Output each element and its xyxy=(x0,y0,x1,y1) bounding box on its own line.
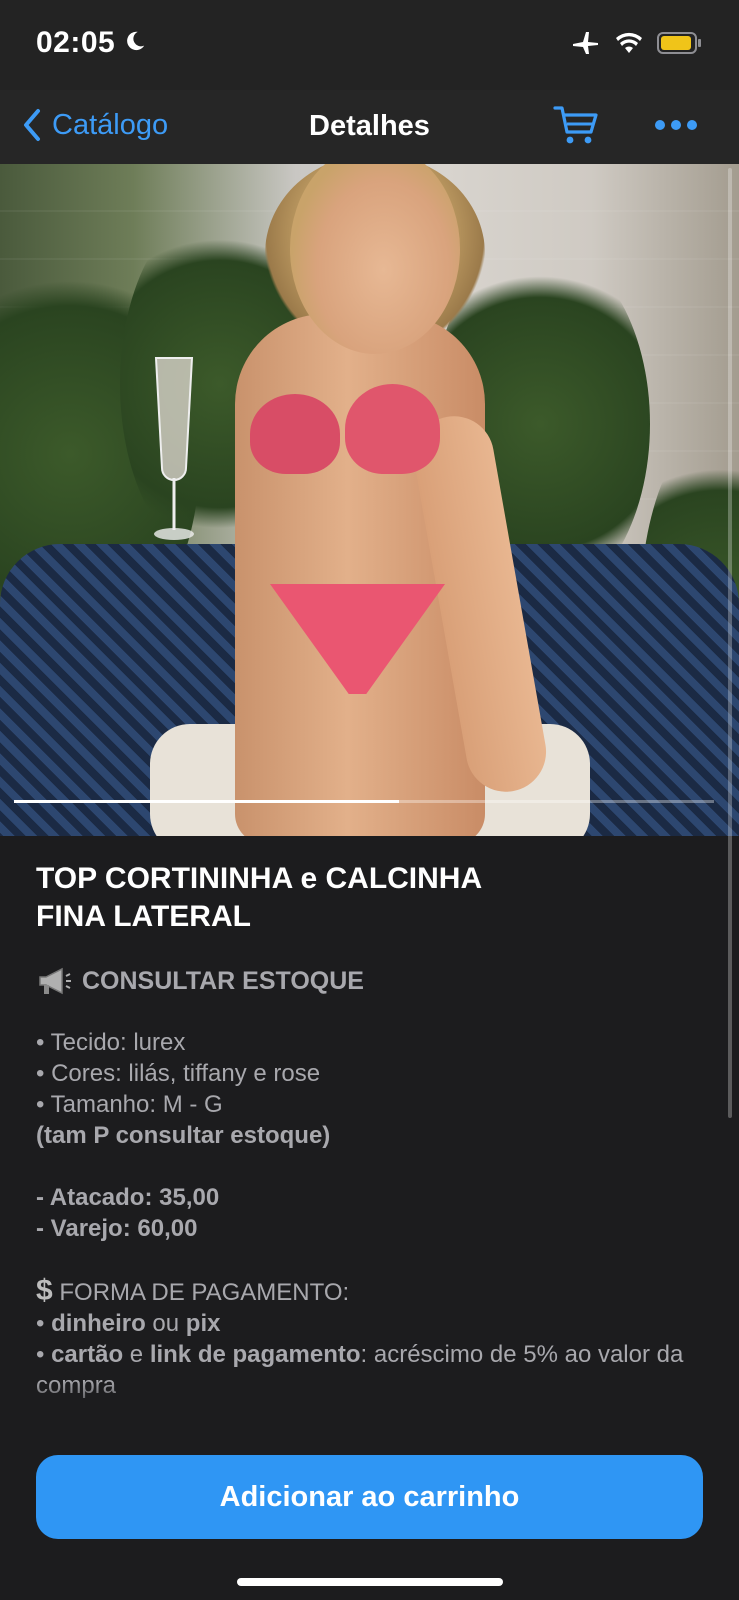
airplane-icon xyxy=(573,32,598,54)
stock-label: CONSULTAR ESTOQUE xyxy=(82,966,364,995)
content-fade xyxy=(0,1380,739,1420)
status-bar: 02:05 xyxy=(0,0,739,90)
product-image[interactable] xyxy=(0,164,739,836)
more-options-icon[interactable] xyxy=(652,110,700,140)
price-retail: - Varejo: 60,00 xyxy=(36,1215,198,1242)
payment-title-line: $ FORMA DE PAGAMENTO: xyxy=(36,1275,716,1308)
spec-size: • Tamanho: M - G xyxy=(36,1091,223,1118)
megaphone-icon xyxy=(39,967,71,995)
stock-line: CONSULTAR ESTOQUE xyxy=(36,966,716,996)
bikini-top-right xyxy=(345,384,440,474)
page-title: Detalhes xyxy=(309,110,430,142)
spec-list: • Tecido: lurex • Cores: lilás, tiffany … xyxy=(36,1027,716,1401)
gallery-progress xyxy=(14,800,714,803)
status-time: 02:05 xyxy=(36,26,116,59)
product-details: TOP CORTININHA e CALCINHA FINA LATERAL C… xyxy=(36,860,716,1420)
payment-title: FORMA DE PAGAMENTO: xyxy=(59,1279,350,1306)
dollar-icon: $ xyxy=(36,1274,53,1307)
home-indicator[interactable] xyxy=(237,1578,503,1586)
scrollbar[interactable] xyxy=(728,168,732,1118)
champagne-glass xyxy=(154,357,194,540)
bikini-top-left xyxy=(250,394,340,474)
spec-fabric: • Tecido: lurex xyxy=(36,1029,186,1056)
size-note: (tam P consultar estoque) xyxy=(36,1122,331,1149)
status-icons xyxy=(571,30,703,56)
payment-method-1: • dinheiro ou pix xyxy=(36,1310,221,1337)
product-title: TOP CORTININHA e CALCINHA FINA LATERAL xyxy=(36,862,482,933)
spec-colors: • Cores: lilás, tiffany e rose xyxy=(36,1060,321,1087)
navigation-bar: Catálogo Detalhes xyxy=(0,90,739,164)
wifi-icon xyxy=(616,32,642,53)
add-to-cart-button[interactable]: Adicionar ao carrinho xyxy=(36,1455,703,1539)
cart-icon[interactable] xyxy=(553,104,599,146)
price-wholesale: - Atacado: 35,00 xyxy=(36,1184,220,1211)
moon-icon xyxy=(127,31,145,51)
gallery-progress-fill xyxy=(14,800,399,803)
battery-icon xyxy=(657,32,701,54)
